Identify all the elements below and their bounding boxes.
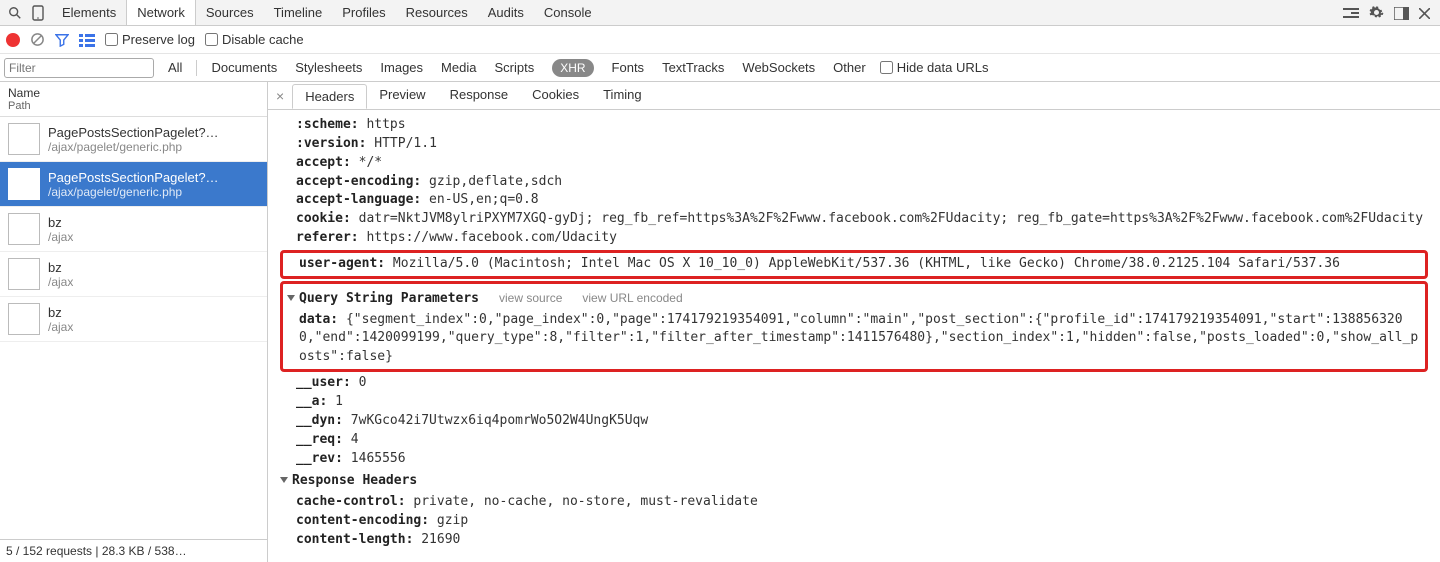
filter-tab-scripts[interactable]: Scripts: [494, 60, 534, 75]
filter-tab-websockets[interactable]: WebSockets: [742, 60, 815, 75]
devtools-tab-resources[interactable]: Resources: [396, 0, 478, 25]
request-row[interactable]: bz/ajax: [0, 207, 267, 252]
section-query-string: Query String Parametersview sourceview U…: [287, 290, 1421, 309]
dock-icon[interactable]: [1394, 5, 1409, 19]
section-response-headers: Response Headers: [280, 472, 1428, 491]
clear-icon[interactable]: [30, 32, 45, 47]
detail-tab-response[interactable]: Response: [438, 83, 521, 108]
request-name: PagePostsSectionPagelet?…: [48, 170, 219, 185]
filter-icon[interactable]: [55, 33, 69, 47]
header-row: __req: 4: [280, 431, 1428, 450]
devtools-tabbar: ElementsNetworkSourcesTimelineProfilesRe…: [0, 0, 1440, 26]
request-name: bz: [48, 305, 73, 320]
drawer-icon[interactable]: [1343, 5, 1359, 19]
view-source-link[interactable]: view source: [499, 290, 562, 307]
highlight-user-agent: user-agent: Mozilla/5.0 (Macintosh; Inte…: [280, 250, 1428, 279]
header-row: user-agent: Mozilla/5.0 (Macintosh; Inte…: [287, 255, 1421, 274]
header-row: accept-encoding: gzip,deflate,sdch: [280, 173, 1428, 192]
header-row: __user: 0: [280, 374, 1428, 393]
header-row: cache-control: private, no-cache, no-sto…: [280, 493, 1428, 512]
detail-tab-headers[interactable]: Headers: [292, 84, 367, 109]
request-row[interactable]: bz/ajax: [0, 297, 267, 342]
filter-tab-stylesheets[interactable]: Stylesheets: [295, 60, 362, 75]
request-row[interactable]: bz/ajax: [0, 252, 267, 297]
request-thumb: [8, 123, 40, 155]
request-row[interactable]: PagePostsSectionPagelet?…/ajax/pagelet/g…: [0, 117, 267, 162]
filter-tab-fonts[interactable]: Fonts: [612, 60, 645, 75]
request-thumb: [8, 168, 40, 200]
detail-tab-timing[interactable]: Timing: [591, 83, 654, 108]
header-row: content-encoding: gzip: [280, 512, 1428, 531]
device-icon[interactable]: [32, 5, 44, 21]
devtools-tab-sources[interactable]: Sources: [196, 0, 264, 25]
filter-tab-other[interactable]: Other: [833, 60, 866, 75]
preserve-log-checkbox[interactable]: Preserve log: [105, 32, 195, 47]
header-row: :scheme: https: [280, 116, 1428, 135]
devtools-tab-console[interactable]: Console: [534, 0, 602, 25]
close-icon[interactable]: [1419, 5, 1430, 19]
header-row: referer: https://www.facebook.com/Udacit…: [280, 229, 1428, 248]
header-row: __rev: 1465556: [280, 450, 1428, 469]
request-path: /ajax/pagelet/generic.php: [48, 140, 219, 154]
devtools-tab-audits[interactable]: Audits: [478, 0, 534, 25]
request-thumb: [8, 213, 40, 245]
record-button[interactable]: [6, 33, 20, 47]
devtools-tab-profiles[interactable]: Profiles: [332, 0, 395, 25]
detail-tab-cookies[interactable]: Cookies: [520, 83, 591, 108]
header-row: accept: */*: [280, 154, 1428, 173]
devtools-tab-elements[interactable]: Elements: [52, 0, 126, 25]
highlight-query-string: Query String Parametersview sourceview U…: [280, 281, 1428, 372]
status-bar: 5 / 152 requests | 28.3 KB / 538…: [0, 539, 267, 562]
request-thumb: [8, 303, 40, 335]
disable-cache-checkbox[interactable]: Disable cache: [205, 32, 304, 47]
network-filter-bar: All Documents Stylesheets Images Media Script…: [0, 54, 1440, 82]
close-detail-icon[interactable]: ×: [272, 88, 292, 104]
request-list-header: Name Path: [0, 82, 267, 117]
detail-tab-preview[interactable]: Preview: [367, 83, 437, 108]
header-row: __a: 1: [280, 393, 1428, 412]
header-row: __dyn: 7wKGco42i7Utwzx6iq4pomrWo5O2W4Ung…: [280, 412, 1428, 431]
header-row: content-length: 21690: [280, 531, 1428, 550]
request-name: PagePostsSectionPagelet?…: [48, 125, 219, 140]
gear-icon[interactable]: [1369, 5, 1384, 20]
filter-tab-texttracks[interactable]: TextTracks: [662, 60, 724, 75]
devtools-tab-network[interactable]: Network: [126, 0, 196, 25]
request-thumb: [8, 258, 40, 290]
filter-tab-images[interactable]: Images: [380, 60, 423, 75]
header-row: accept-language: en-US,en;q=0.8: [280, 191, 1428, 210]
header-row: :version: HTTP/1.1: [280, 135, 1428, 154]
filter-input[interactable]: [4, 58, 154, 78]
search-icon[interactable]: [8, 5, 22, 20]
header-row: data: {"segment_index":0,"page_index":0,…: [287, 311, 1421, 368]
request-path: /ajax/pagelet/generic.php: [48, 185, 219, 199]
filter-tab-documents[interactable]: Documents: [211, 60, 277, 75]
request-list-panel: Name Path PagePostsSectionPagelet?…/ajax…: [0, 82, 268, 562]
filter-tab-all[interactable]: All: [168, 60, 182, 75]
request-path: /ajax: [48, 320, 73, 334]
filter-tab-media[interactable]: Media: [441, 60, 476, 75]
hide-data-urls-checkbox[interactable]: Hide data URLs: [880, 60, 989, 75]
request-detail-panel: × HeadersPreviewResponseCookiesTiming :s…: [268, 82, 1440, 562]
network-toolbar: Preserve log Disable cache: [0, 26, 1440, 54]
request-path: /ajax: [48, 275, 73, 289]
view-url-encoded-link[interactable]: view URL encoded: [582, 290, 682, 307]
large-rows-icon[interactable]: [79, 33, 95, 47]
request-name: bz: [48, 215, 73, 230]
request-row[interactable]: PagePostsSectionPagelet?…/ajax/pagelet/g…: [0, 162, 267, 207]
devtools-tab-timeline[interactable]: Timeline: [264, 0, 333, 25]
request-path: /ajax: [48, 230, 73, 244]
filter-tab-xhr[interactable]: XHR: [552, 59, 593, 77]
request-name: bz: [48, 260, 73, 275]
header-row: cookie: datr=NktJVM8ylriPXYM7XGQ-gyDj; r…: [280, 210, 1428, 229]
